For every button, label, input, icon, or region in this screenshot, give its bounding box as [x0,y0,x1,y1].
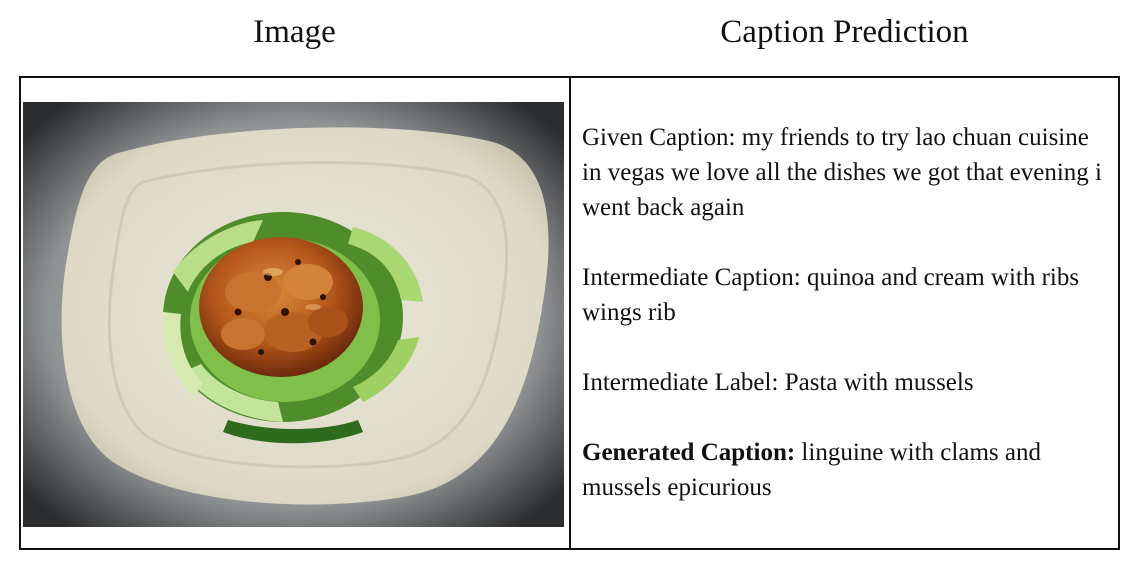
intermediate-label-text: Pasta with mussels [784,369,974,396]
column-divider [569,78,571,548]
generated-caption: Generated Caption: linguine with clams a… [582,435,1112,505]
intermediate-caption-label: Intermediate Caption: [582,264,801,291]
given-caption-label: Given Caption: [582,124,736,151]
intermediate-caption: Intermediate Caption: quinoa and cream w… [582,260,1112,330]
intermediate-label: Intermediate Label: Pasta with mussels [582,365,1112,400]
food-photo-illustration [23,102,564,527]
given-caption: Given Caption: my friends to try lao chu… [582,120,1112,225]
intermediate-label-label: Intermediate Label: [582,369,779,396]
caption-column-header: Caption Prediction [720,14,969,50]
image-column-header: Image [253,14,336,50]
results-table: Given Caption: my friends to try lao chu… [19,76,1120,550]
food-photo [23,102,564,527]
caption-predictions: Given Caption: my friends to try lao chu… [582,120,1112,540]
generated-caption-label: Generated Caption: [582,439,796,466]
